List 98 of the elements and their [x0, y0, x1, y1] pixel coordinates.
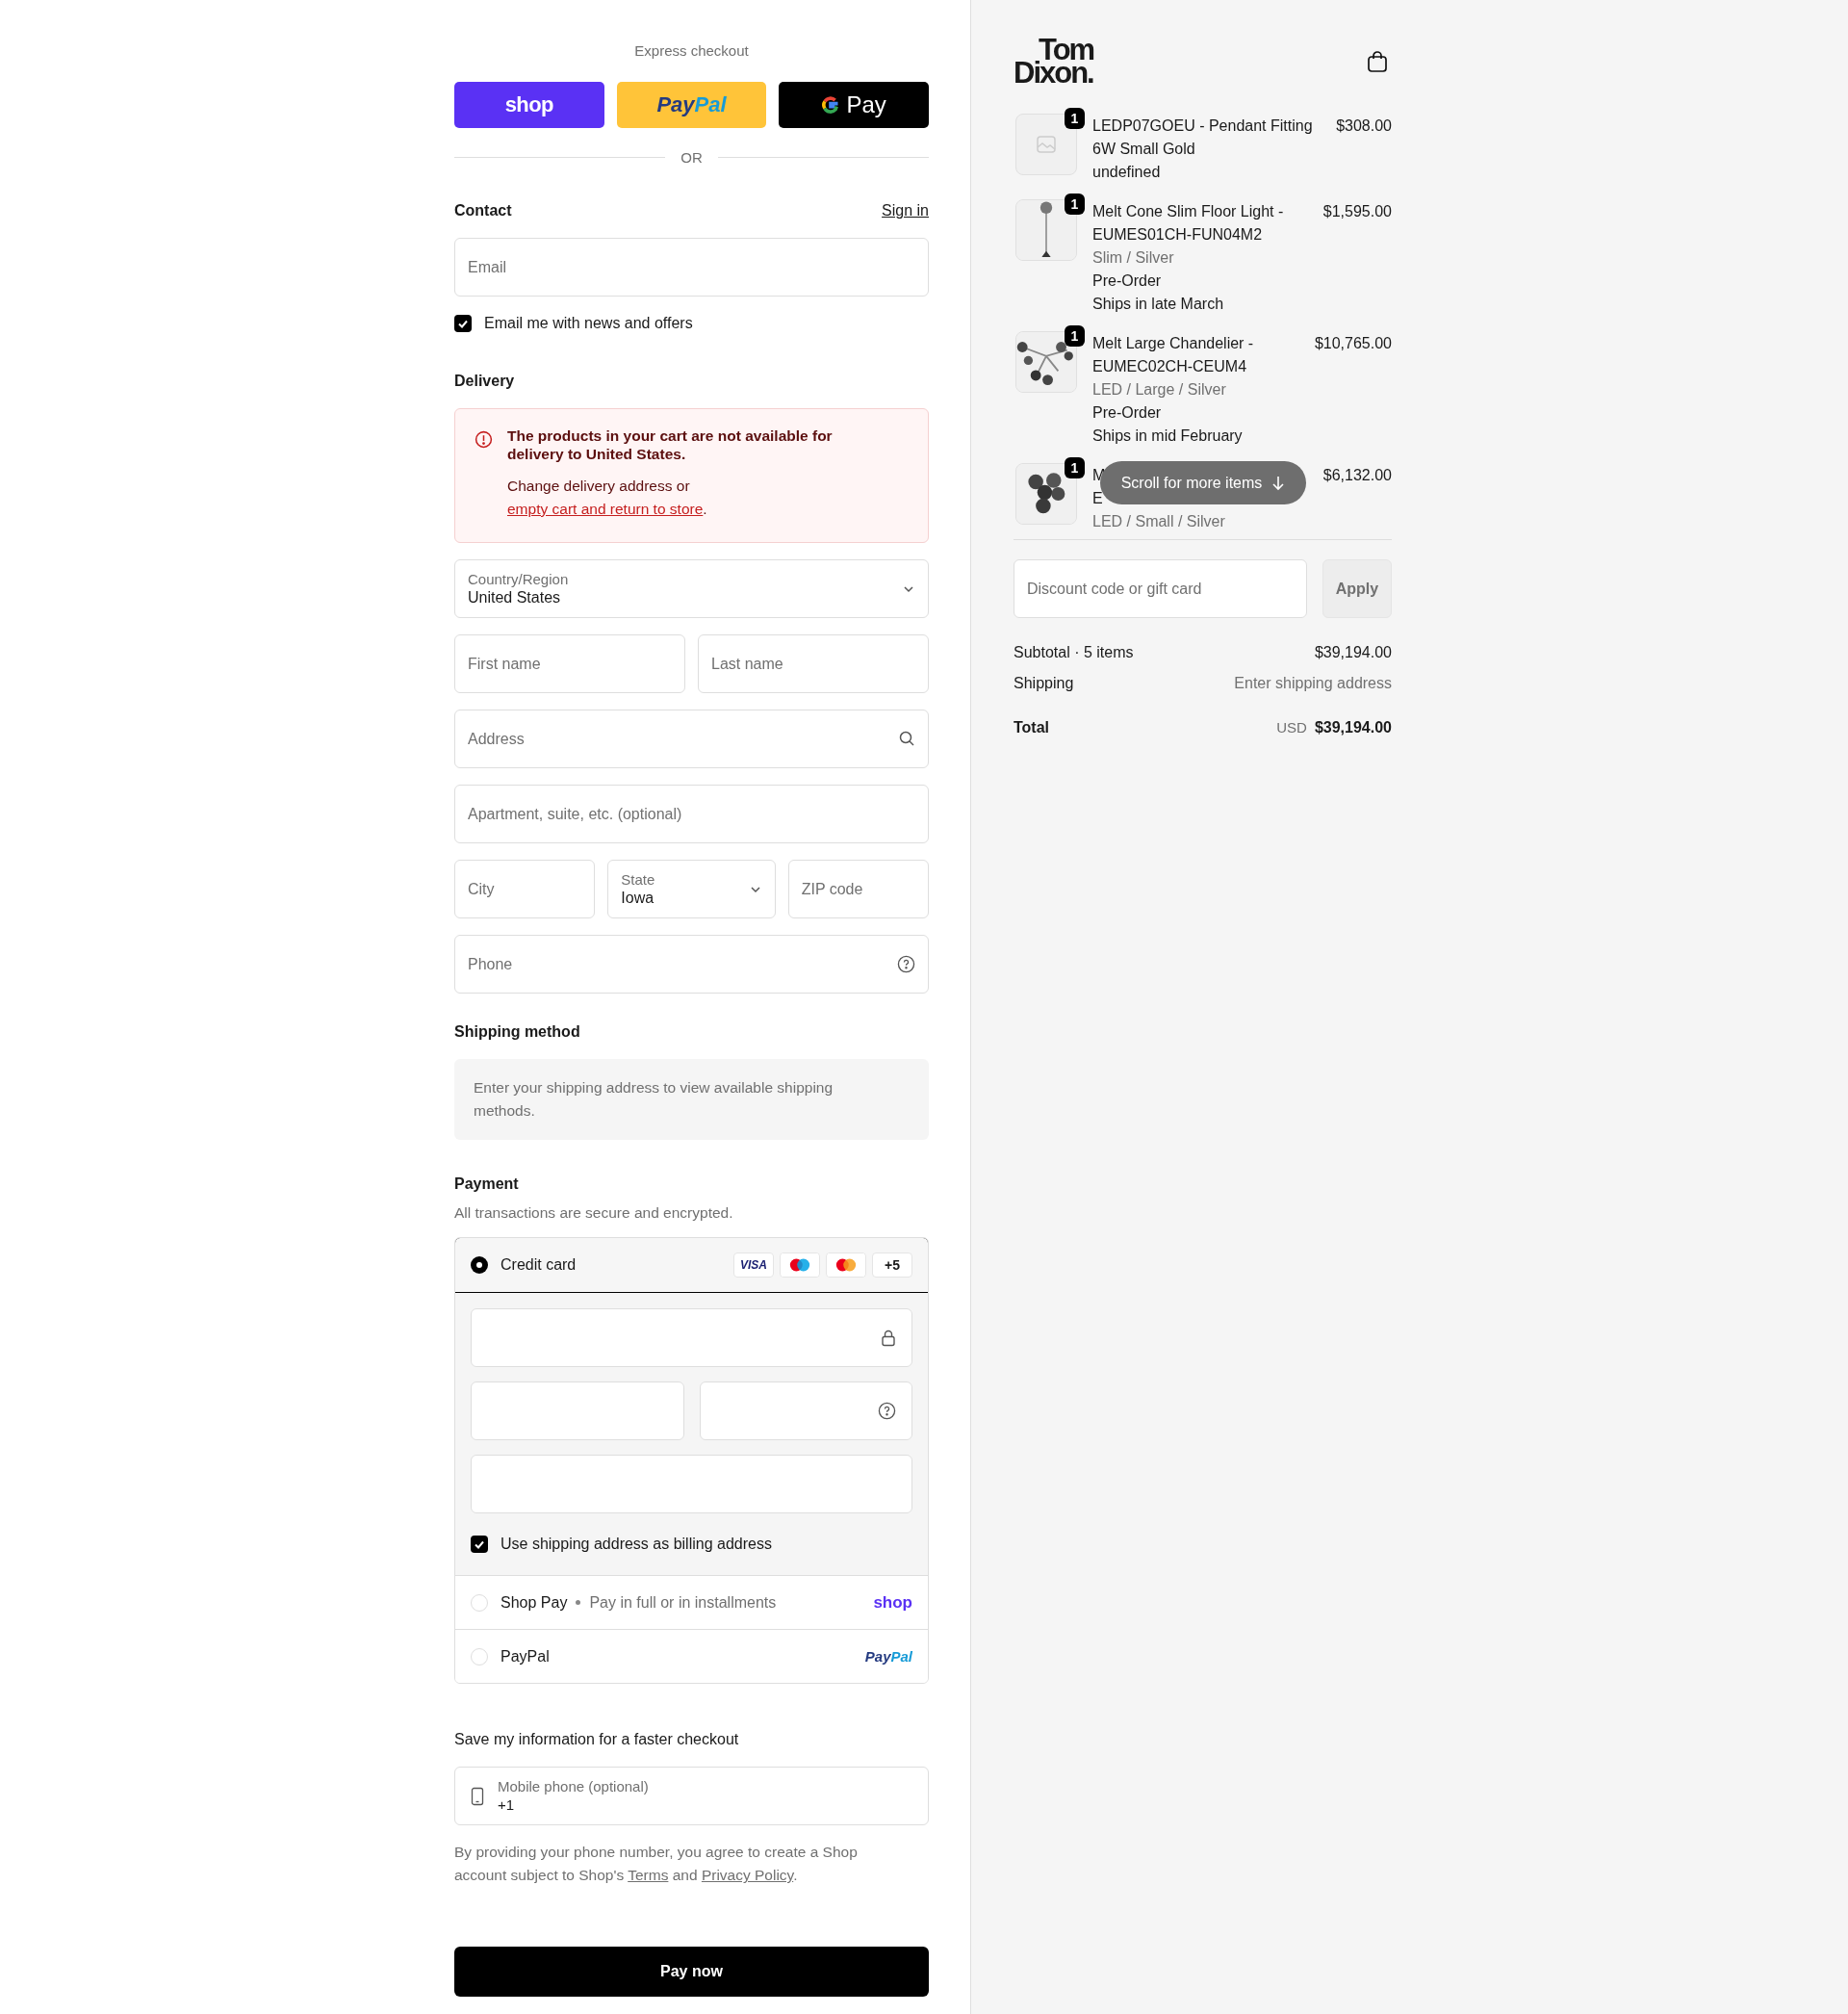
- help-icon: [878, 1402, 896, 1421]
- quantity-badge: 1: [1065, 325, 1085, 347]
- section-title: Payment: [454, 1175, 520, 1194]
- quantity-badge: 1: [1065, 194, 1085, 215]
- input-field[interactable]: [471, 1455, 912, 1514]
- help-icon: [897, 955, 915, 973]
- input-field[interactable]: [699, 1381, 912, 1441]
- error-message: Change delivery address or empty cart and return to store.: [507, 477, 708, 519]
- shop-pay-logo: shop: [873, 1592, 912, 1614]
- more-brands-badge: +5: [872, 1252, 912, 1278]
- product-note: Pre-Order: [1092, 271, 1163, 291]
- input-field[interactable]: Last name: [698, 634, 929, 693]
- disclaimer-text: By providing your phone number, you agree to create a Shop account subject to Shop's Terms and Privacy Policy.: [454, 1843, 859, 1886]
- product-price: $1,595.00: [1322, 202, 1392, 221]
- section-title: Delivery: [454, 372, 516, 391]
- payment-option[interactable]: PayPal PayPal: [455, 1629, 928, 1684]
- section-title: Save my information for a faster checkout: [454, 1730, 740, 1750]
- radio-button[interactable]: [471, 1256, 488, 1275]
- error-title: The products in your cart are not available for delivery to United States.: [507, 426, 834, 463]
- info-text: Enter your shipping address to view available shipping methods.: [474, 1078, 834, 1121]
- input-field[interactable]: First name: [454, 634, 685, 693]
- product-variant: Slim / Silver: [1092, 248, 1175, 268]
- alert-icon: [475, 430, 493, 449]
- google-g-icon: [821, 94, 841, 115]
- shop-pay-button[interactable]: shop: [454, 81, 604, 128]
- field-label: State: [621, 870, 656, 889]
- input-field[interactable]: Address: [454, 710, 929, 768]
- product-variant: LED / Large / Silver: [1092, 380, 1227, 400]
- select-field[interactable]: State Iowa: [607, 860, 776, 918]
- field-value: United States: [468, 588, 562, 607]
- input-field[interactable]: ZIP code: [787, 860, 929, 918]
- sign-in-link[interactable]: Sign in: [882, 199, 929, 222]
- card-brand-badge: VISA: [733, 1252, 774, 1278]
- field-label: Mobile phone (optional): [498, 1777, 649, 1796]
- checkbox[interactable]: [471, 1536, 488, 1554]
- terms-link[interactable]: Terms: [628, 1867, 669, 1884]
- product-name: Melt Cone Slim Floor Light - EUMES01CH-FUN04M2: [1092, 202, 1285, 245]
- product-name: Melt Large Chandelier - EUMEC02CH-CEUM4: [1092, 334, 1255, 376]
- google-pay-button[interactable]: Pay: [779, 81, 929, 128]
- option-detail: Pay in full or in installments: [589, 1592, 778, 1613]
- section-title: Shipping method: [454, 1022, 581, 1042]
- checkbox-label: Email me with news and offers: [484, 314, 693, 333]
- summary-value: Enter shipping address: [1234, 674, 1392, 693]
- divider-label: OR: [680, 147, 703, 168]
- radio-button[interactable]: [471, 1593, 488, 1612]
- input-field[interactable]: [471, 1381, 684, 1441]
- total-value: $39,194.00: [1314, 718, 1392, 737]
- field-label: Country/Region: [468, 570, 570, 588]
- option-label: Shop Pay: [500, 1592, 568, 1613]
- phone-field[interactable]: Mobile phone (optional) +1: [454, 1767, 929, 1826]
- pay-now-button[interactable]: Pay now: [454, 1947, 929, 1998]
- arrow-down-icon: [1271, 475, 1286, 491]
- card-brand-badge: [826, 1252, 866, 1278]
- discount-field[interactable]: Discount code or gift card: [1014, 559, 1307, 618]
- paypal-logo: PayPal: [864, 1646, 912, 1666]
- field-value: +1: [498, 1795, 516, 1816]
- image-placeholder-icon: [1037, 136, 1056, 153]
- quantity-badge: 1: [1065, 108, 1085, 129]
- quantity-badge: 1: [1065, 457, 1085, 478]
- option-label: Credit card: [500, 1255, 578, 1276]
- product-price: $308.00: [1336, 116, 1392, 136]
- shopping-bag-icon[interactable]: [1367, 50, 1388, 73]
- card-brand-badge: [780, 1252, 820, 1278]
- input-field[interactable]: Email: [454, 238, 929, 297]
- total-label: Total: [1014, 718, 1050, 737]
- radio-button[interactable]: [471, 1647, 488, 1665]
- empty-cart-link[interactable]: empty cart and return to store: [507, 501, 704, 517]
- paypal-button[interactable]: PayPal: [616, 81, 767, 128]
- search-icon: [898, 730, 915, 747]
- product-price: $10,765.00: [1314, 334, 1392, 353]
- section-subtitle: All transactions are secure and encrypted.: [454, 1203, 734, 1223]
- section-title: Express checkout: [634, 41, 749, 61]
- input-field[interactable]: Apartment, suite, etc. (optional): [454, 785, 929, 843]
- product-note: Ships in mid February: [1092, 426, 1244, 446]
- section-title: Contact: [454, 201, 512, 220]
- product-note: Pre-Order: [1092, 403, 1163, 423]
- payment-option[interactable]: Credit card VISA +5: [455, 1238, 928, 1294]
- select-field[interactable]: Country/Region United States: [454, 559, 929, 618]
- summary-label: Subtotal · 5 items: [1014, 643, 1134, 662]
- privacy-policy-link[interactable]: Privacy Policy: [701, 1867, 794, 1884]
- lock-icon: [881, 1329, 896, 1347]
- summary-label: Shipping: [1014, 674, 1074, 693]
- field-value: Iowa: [621, 889, 655, 908]
- product-note: undefined: [1092, 163, 1162, 182]
- input-field[interactable]: Phone: [454, 935, 929, 994]
- product-note: Ships in late March: [1092, 295, 1225, 314]
- mobile-phone-icon: [471, 1786, 484, 1806]
- input-field[interactable]: City: [454, 860, 596, 918]
- input-field[interactable]: [471, 1308, 912, 1368]
- checkbox[interactable]: [454, 315, 472, 332]
- product-price: $6,132.00: [1322, 466, 1392, 485]
- brand-logo[interactable]: Tom Dixon.: [1014, 39, 1094, 85]
- summary-value: $39,194.00: [1314, 643, 1392, 662]
- product-variant: LED / Small / Silver: [1092, 512, 1226, 531]
- option-label: PayPal: [500, 1646, 551, 1666]
- apply-button[interactable]: Apply: [1322, 559, 1392, 618]
- currency-label: USD: [1276, 717, 1307, 737]
- checkbox-label: Use shipping address as billing address: [500, 1535, 772, 1555]
